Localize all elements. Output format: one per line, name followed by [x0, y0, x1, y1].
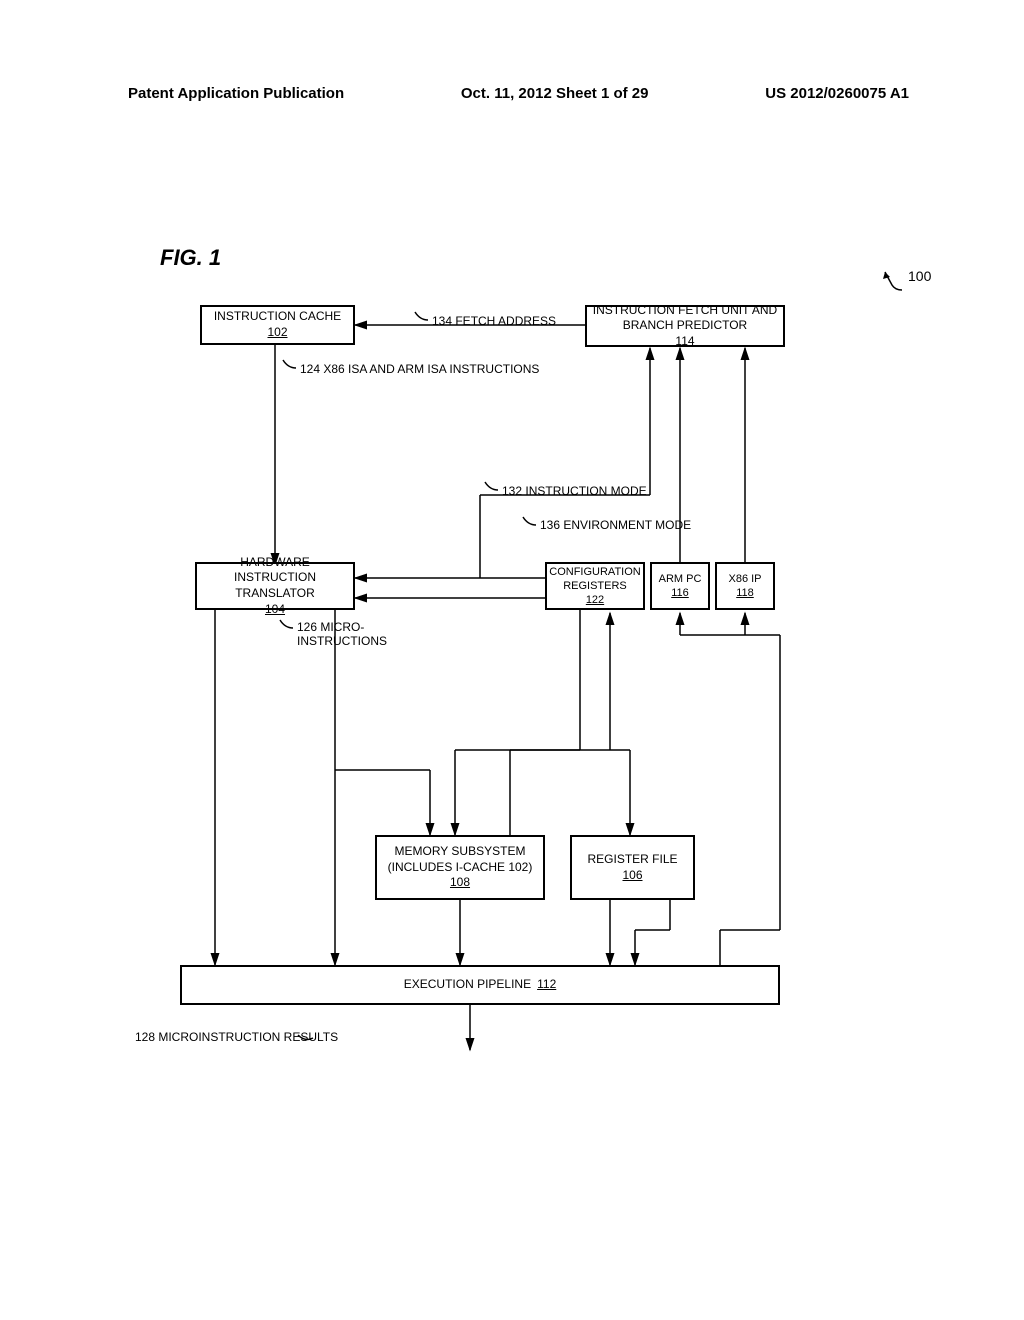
x86-ip-label: X86 IP — [728, 572, 761, 586]
header-center: Oct. 11, 2012 Sheet 1 of 29 — [461, 85, 649, 102]
translator-box: HARDWARE INSTRUCTION TRANSLATOR 104 — [195, 562, 355, 610]
register-file-box: REGISTER FILE 106 — [570, 835, 695, 900]
env-mode-label: 136 ENVIRONMENT MODE — [540, 518, 691, 532]
instruction-cache-label: INSTRUCTION CACHE — [214, 309, 341, 325]
config-reg-label: CONFIGURATION REGISTERS — [549, 565, 640, 594]
instruction-cache-ref: 102 — [267, 325, 287, 341]
block-diagram: 100 — [160, 280, 880, 1100]
fetch-unit-ref: 114 — [675, 334, 694, 348]
translator-label: HARDWARE INSTRUCTION TRANSLATOR — [201, 555, 349, 602]
ref-100-text: 100 — [908, 268, 931, 284]
figure-label: FIG. 1 — [160, 245, 221, 271]
memory-ref: 108 — [450, 875, 470, 891]
micro-results-label: 128 MICROINSTRUCTION RESULTS — [135, 1030, 338, 1044]
instruction-cache-box: INSTRUCTION CACHE 102 — [200, 305, 355, 345]
x86-ip-ref: 118 — [736, 586, 754, 600]
config-reg-box: CONFIGURATION REGISTERS 122 — [545, 562, 645, 610]
header-left: Patent Application Publication — [128, 85, 344, 102]
translator-ref: 104 — [265, 602, 285, 618]
micro-instr-label: 126 MICRO- INSTRUCTIONS — [297, 620, 387, 649]
instr-mode-label: 132 INSTRUCTION MODE — [502, 484, 647, 498]
pipeline-label: EXECUTION PIPELINE — [404, 977, 531, 993]
pipeline-box: EXECUTION PIPELINE 112 — [180, 965, 780, 1005]
arm-pc-ref: 116 — [671, 586, 689, 600]
fetch-addr-label: 134 FETCH ADDRESS — [432, 314, 556, 328]
x86-ip-box: X86 IP 118 — [715, 562, 775, 610]
arm-pc-box: ARM PC 116 — [650, 562, 710, 610]
memory-label2: (INCLUDES I-CACHE 102) — [388, 860, 533, 876]
register-file-label: REGISTER FILE — [587, 852, 677, 868]
header-right: US 2012/0260075 A1 — [765, 85, 909, 102]
memory-label1: MEMORY SUBSYSTEM — [395, 844, 526, 860]
memory-box: MEMORY SUBSYSTEM (INCLUDES I-CACHE 102) … — [375, 835, 545, 900]
fetch-unit-label: INSTRUCTION FETCH UNIT AND BRANCH PREDIC… — [591, 303, 779, 334]
hook-100 — [880, 270, 910, 295]
config-reg-ref: 122 — [586, 593, 604, 607]
pipeline-ref: 112 — [537, 977, 556, 993]
x86-arm-label: 124 X86 ISA AND ARM ISA INSTRUCTIONS — [300, 362, 539, 376]
register-file-ref: 106 — [622, 868, 642, 884]
arm-pc-label: ARM PC — [659, 572, 702, 586]
fetch-unit-box: INSTRUCTION FETCH UNIT AND BRANCH PREDIC… — [585, 305, 785, 347]
